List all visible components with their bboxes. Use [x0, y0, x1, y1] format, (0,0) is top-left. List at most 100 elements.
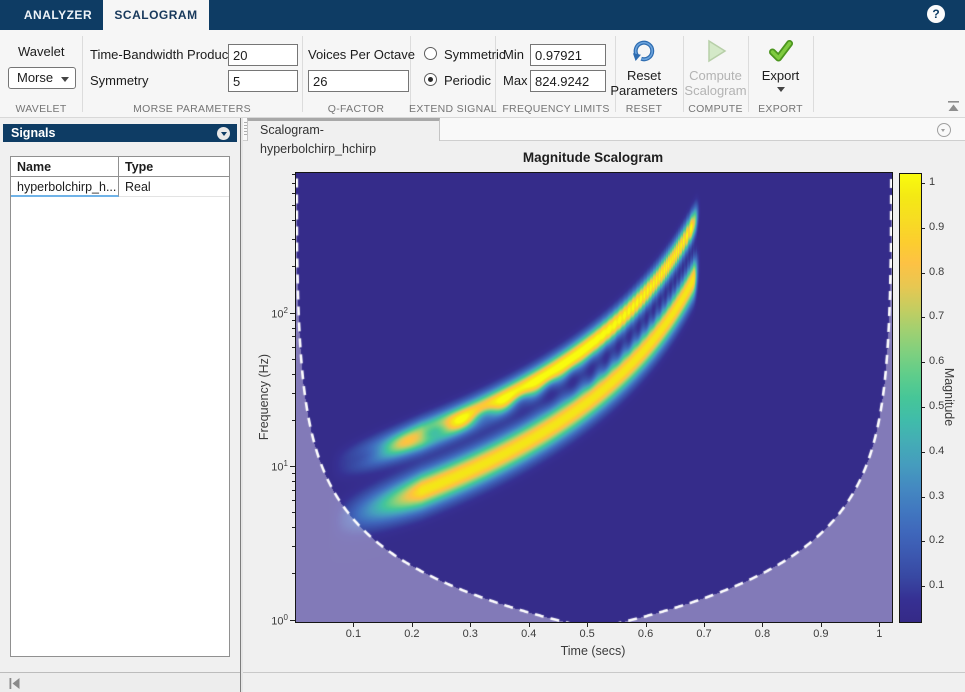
y-tick	[290, 312, 295, 314]
signals-panel-header: Signals	[3, 124, 237, 142]
x-tick-label: 0.8	[754, 628, 771, 640]
tab-analyzer[interactable]: ANALYZER	[20, 0, 96, 30]
scalogram-canvas[interactable]	[296, 173, 892, 622]
export-button[interactable]: Export	[748, 36, 813, 100]
scalogram-panel: Scalogram-hyperbolchirp_hchirp Magnitude…	[243, 118, 965, 692]
export-label: Export	[761, 68, 800, 83]
wavelet-dropdown-value: Morse	[17, 70, 54, 85]
y-minor-tick	[292, 220, 295, 222]
tbp-input[interactable]	[228, 44, 298, 66]
tab-scalogram[interactable]: SCALOGRAM	[103, 0, 209, 30]
x-tick-label: 0.3	[462, 628, 478, 640]
x-tick-label: 1	[876, 628, 883, 640]
x-tick-label: 0.2	[404, 628, 420, 640]
morse-caption: MORSE PARAMETERS	[133, 103, 251, 115]
y-minor-tick	[292, 489, 295, 491]
wavelet-label: Wavelet	[18, 44, 65, 59]
freq-max-input[interactable]	[530, 70, 606, 92]
tab-menu-icon[interactable]	[937, 123, 951, 137]
y-axis-label: Frequency (Hz)	[257, 353, 271, 441]
reset-label-line1: Reset	[627, 68, 661, 83]
y-minor-tick	[292, 336, 295, 338]
x-tick-label: 0.9	[813, 628, 829, 640]
app-tab-bar: ANALYZER SCALOGRAM ?	[0, 0, 965, 30]
radio-symmetric[interactable]	[424, 47, 437, 60]
y-minor-tick	[292, 527, 295, 529]
voices-label: Voices Per Octave	[308, 47, 415, 62]
qfactor-caption: Q-FACTOR	[327, 103, 385, 115]
signals-bottom-strip	[0, 672, 240, 692]
export-check-icon	[769, 40, 793, 62]
main-bottom-strip	[243, 672, 965, 692]
freq-caption: FREQUENCY LIMITS	[502, 103, 610, 115]
reset-parameters-button[interactable]: Reset Parameters	[605, 36, 683, 100]
y-minor-tick	[292, 480, 295, 482]
radio-periodic[interactable]	[424, 73, 437, 86]
colorbar-tick-label: 1	[929, 175, 936, 188]
y-minor-tick	[292, 512, 295, 514]
x-tick	[820, 622, 822, 627]
plot-title: Magnitude Scalogram	[522, 150, 664, 165]
signals-table: Name Type hyperbolchirp_h... Real	[10, 156, 230, 657]
column-header-name[interactable]: Name	[11, 157, 119, 177]
x-tick-label: 0.4	[521, 628, 537, 640]
x-tick-label: 0.6	[637, 628, 654, 640]
x-axis-label: Time (secs)	[560, 644, 626, 658]
voices-input[interactable]	[308, 70, 409, 92]
export-caption: EXPORT	[758, 103, 803, 115]
help-icon[interactable]: ?	[927, 5, 945, 23]
symmetry-label: Symmetry	[90, 73, 149, 88]
colorbar-label: Magnitude	[942, 367, 956, 427]
x-tick	[470, 622, 472, 627]
wavelet-caption: WAVELET	[15, 103, 67, 115]
y-minor-tick	[292, 193, 295, 195]
tbp-label: Time-Bandwidth Product	[90, 47, 232, 62]
signals-panel: Signals Name Type hyperbolchirp_h... Rea…	[0, 118, 240, 692]
collapse-ribbon-icon[interactable]	[947, 100, 960, 113]
column-header-type[interactable]: Type	[119, 157, 229, 177]
y-minor-tick	[292, 327, 295, 329]
y-minor-tick	[292, 346, 295, 348]
ribbon-toolbar: Wavelet Morse WAVELET Time-Bandwidth Pro…	[0, 30, 965, 118]
y-minor-tick	[292, 419, 295, 421]
scalogram-doc-tab[interactable]: Scalogram-hyperbolchirp_hchirp	[247, 118, 440, 156]
section-divider	[82, 36, 83, 112]
periodic-label: Periodic	[444, 73, 491, 88]
app-window: { "app": { "tab_analyzer": "ANALYZER", "…	[0, 0, 965, 692]
reset-label-line2: Parameters	[610, 83, 678, 98]
y-minor-tick	[292, 319, 295, 321]
y-minor-tick	[292, 473, 295, 475]
x-tick-label: 0.7	[696, 628, 712, 640]
panel-menu-icon[interactable]	[217, 126, 230, 140]
wavelet-dropdown[interactable]: Morse	[8, 67, 76, 89]
play-icon	[708, 39, 727, 63]
compute-scalogram-button[interactable]: Compute Scalogram	[683, 36, 748, 100]
colorbar-tick-label: 0.9	[929, 220, 945, 233]
x-tick	[645, 622, 647, 627]
y-minor-tick	[292, 239, 295, 241]
x-tick	[704, 622, 706, 627]
freq-min-input[interactable]	[530, 44, 606, 66]
y-minor-tick	[292, 205, 295, 207]
x-tick	[411, 622, 413, 627]
compute-label-line2: Scalogram	[684, 83, 747, 98]
y-minor-tick	[292, 182, 295, 184]
plot-axes	[295, 172, 893, 623]
y-tick	[290, 466, 295, 468]
signal-row-type[interactable]: Real	[119, 177, 229, 197]
colorbar[interactable]	[899, 173, 922, 623]
chevron-down-icon	[61, 77, 69, 82]
symmetry-input[interactable]	[228, 70, 298, 92]
y-minor-tick	[292, 266, 295, 268]
y-minor-tick	[292, 573, 295, 575]
signal-row-name[interactable]: hyperbolchirp_h...	[11, 177, 119, 197]
reset-icon	[632, 40, 655, 62]
x-tick-label: 0.5	[579, 628, 595, 640]
collapse-panel-icon[interactable]	[8, 677, 21, 690]
y-tick	[290, 619, 295, 621]
x-tick	[528, 622, 530, 627]
x-tick	[879, 622, 881, 627]
y-minor-tick	[292, 392, 295, 394]
compute-caption: COMPUTE	[688, 103, 743, 115]
y-minor-tick	[292, 546, 295, 548]
